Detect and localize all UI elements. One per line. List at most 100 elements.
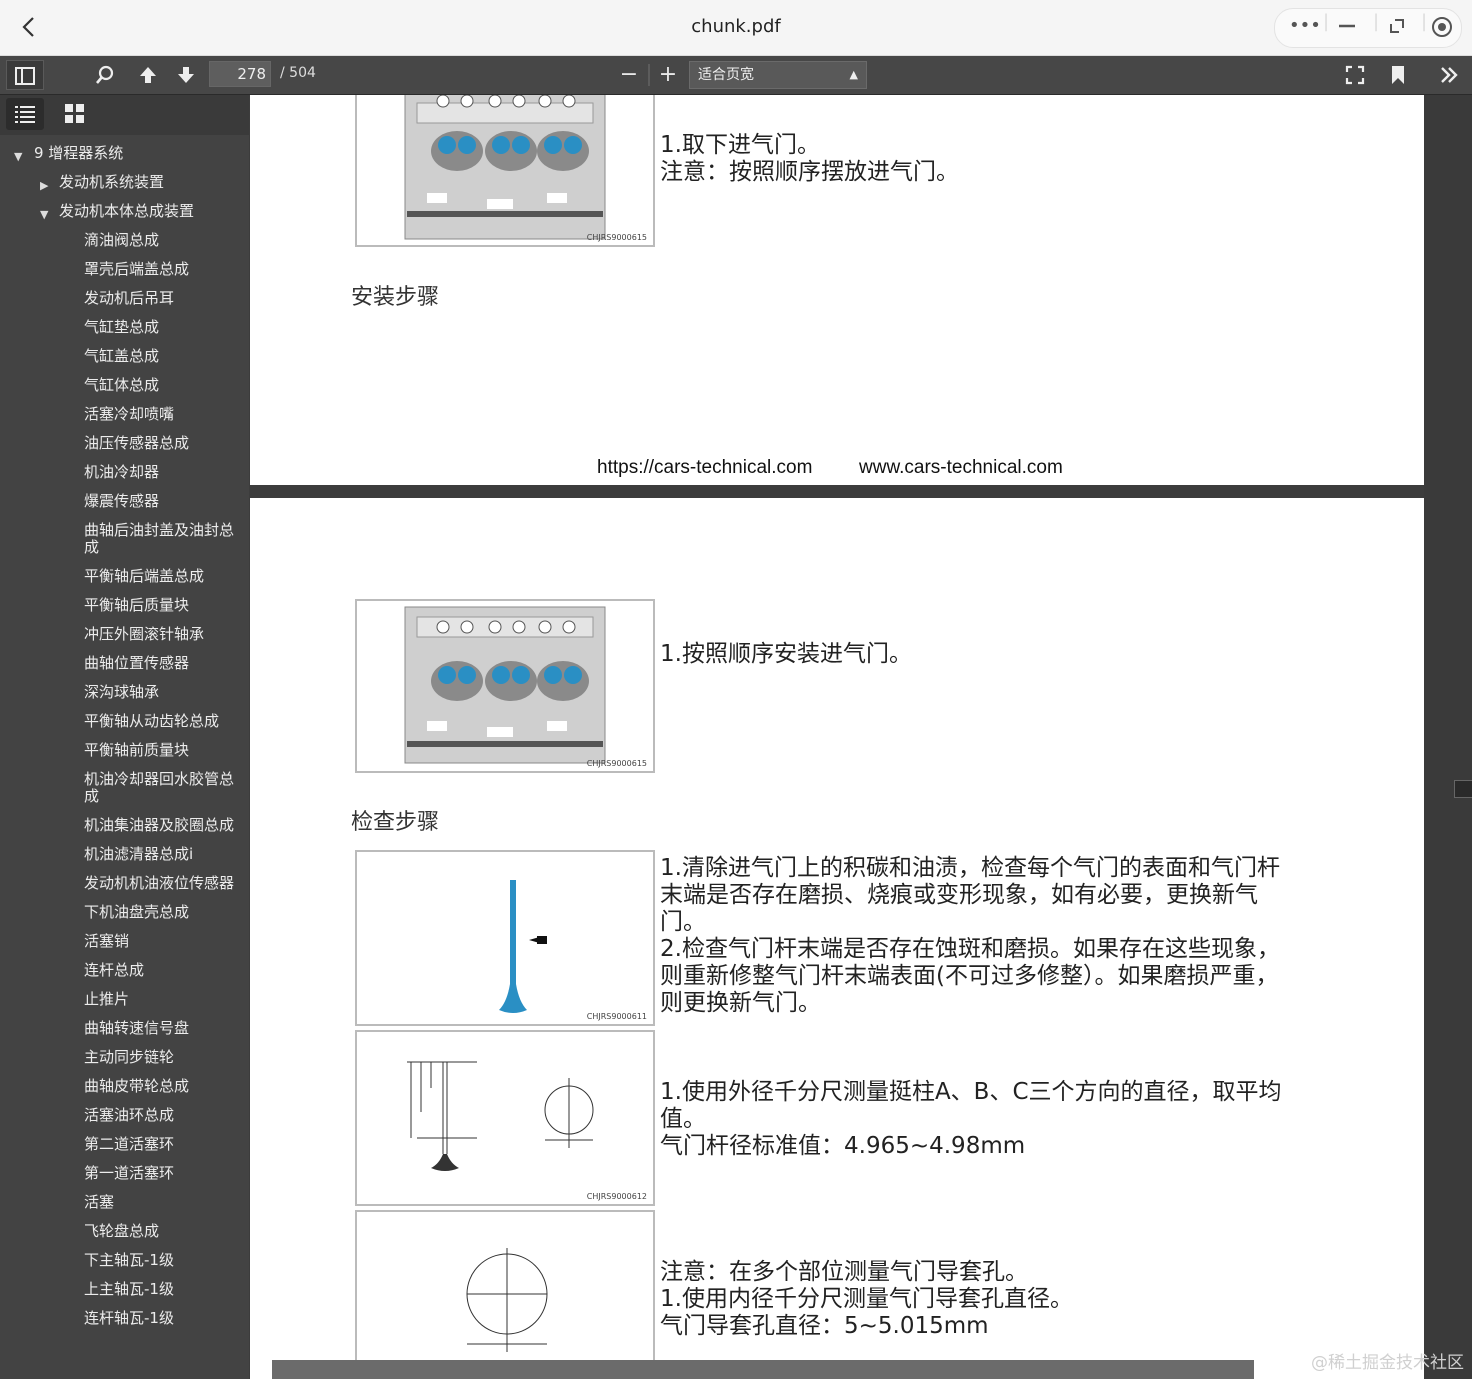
expanded-triangle-icon[interactable]: ▼ [40, 206, 48, 223]
outline-tree: ▼ 9 增程器系统 ▶ 发动机系统装置 ▼ 发动机本体总成装置 滴油阀总成 罩壳后端盖总成 发动… [0, 139, 249, 1333]
outline-item[interactable]: ▶ 发动机系统装置 [0, 168, 249, 197]
outline-item-label: 第二道活塞环 [84, 1135, 175, 1153]
outline-item[interactable]: 滴油阀总成 [0, 226, 249, 255]
search-icon[interactable] [92, 60, 118, 90]
sidebar-tabs [0, 95, 249, 135]
divider: | [1373, 11, 1380, 32]
minimize-icon[interactable] [1337, 16, 1357, 41]
outline-item[interactable]: ▼ 9 增程器系统 [0, 139, 249, 168]
outline-item[interactable]: 冲压外圈滚针轴承 [0, 620, 249, 649]
restore-icon[interactable] [1387, 16, 1407, 41]
outline-item[interactable]: 第一道活塞环 [0, 1159, 249, 1188]
zoom-out-icon[interactable]: − [616, 60, 642, 90]
next-page-icon[interactable] [174, 60, 198, 90]
outline-item-label: 滴油阀总成 [84, 231, 160, 249]
zoom-in-icon[interactable]: + [655, 60, 681, 90]
thumbnail-view-icon[interactable] [56, 98, 94, 130]
outline-item[interactable]: 气缸垫总成 [0, 313, 249, 342]
outline-item-label: 机油滤清器总成i [84, 845, 194, 863]
outline-item[interactable]: 曲轴转速信号盘 [0, 1014, 249, 1043]
expanded-triangle-icon[interactable]: ▼ [14, 148, 22, 165]
outline-item-label: 机油冷却器 [84, 463, 160, 481]
outline-item[interactable]: 爆震传感器 [0, 487, 249, 516]
outline-item[interactable]: 机油滤清器总成i [0, 840, 249, 869]
horizontal-scrollbar[interactable] [272, 1360, 1254, 1379]
outline-view-icon[interactable] [6, 98, 44, 130]
pdf-page: CHJRS9000615 1.按照顺序安装进气门。 检查步骤 CHJRS9000… [250, 498, 1424, 1379]
outline-item-label: 活塞销 [84, 932, 130, 950]
previous-page-icon[interactable] [136, 60, 160, 90]
outline-item[interactable]: 机油集油器及胶圈总成 [0, 811, 249, 840]
fullscreen-icon[interactable] [1342, 60, 1368, 90]
cylinder-head-figure: CHJRS9000615 [355, 95, 655, 247]
outline-item[interactable]: 上主轴瓦-1级 [0, 1275, 249, 1304]
sidebar: ▼ 9 增程器系统 ▶ 发动机系统装置 ▼ 发动机本体总成装置 滴油阀总成 罩壳后端盖总成 发动… [0, 95, 249, 1379]
outline-item-label: 飞轮盘总成 [84, 1222, 160, 1240]
page-total: / 504 [280, 65, 316, 81]
more-tools-icon[interactable] [1436, 60, 1462, 90]
outline-item-label: 平衡轴后质量块 [84, 596, 190, 614]
outline-item[interactable]: ▼ 发动机本体总成装置 [0, 197, 249, 226]
outline-item[interactable]: 连杆轴瓦-1级 [0, 1304, 249, 1333]
divider: | [1421, 11, 1428, 32]
page-number-input[interactable]: 278 [209, 61, 271, 87]
outline-item[interactable]: 下主轴瓦-1级 [0, 1246, 249, 1275]
collapsed-triangle-icon[interactable]: ▶ [40, 177, 48, 194]
outline-item[interactable]: 深沟球轴承 [0, 678, 249, 707]
divider: | [1323, 11, 1330, 32]
outline-item[interactable]: 曲轴位置传感器 [0, 649, 249, 678]
outline-item[interactable]: 平衡轴后端盖总成 [0, 562, 249, 591]
outline-item-label: 平衡轴后端盖总成 [84, 567, 205, 585]
outline-item[interactable]: 飞轮盘总成 [0, 1217, 249, 1246]
outline-item[interactable]: 活塞销 [0, 927, 249, 956]
title-bar: chunk.pdf ••• | | | [0, 0, 1472, 56]
outline-item[interactable]: 气缸体总成 [0, 371, 249, 400]
outline-item[interactable]: 平衡轴后质量块 [0, 591, 249, 620]
outline-item[interactable]: 气缸盖总成 [0, 342, 249, 371]
outline-item-label: 发动机机油液位传感器 [84, 874, 235, 892]
outline-item-label: 活塞油环总成 [84, 1106, 175, 1124]
outline-item[interactable]: 曲轴后油封盖及油封总成 [0, 516, 249, 562]
outline-item[interactable]: 发动机后吊耳 [0, 284, 249, 313]
outline-item-label: 曲轴转速信号盘 [84, 1019, 190, 1037]
outline-item[interactable]: 主动同步链轮 [0, 1043, 249, 1072]
outline-item[interactable]: 机油冷却器回水胶管总成 [0, 765, 249, 811]
vertical-scrollbar[interactable] [1424, 95, 1472, 1379]
outline-item-label: 9 增程器系统 [34, 144, 124, 162]
outline-item[interactable]: 油压传感器总成 [0, 429, 249, 458]
figure-code: CHJRS9000611 [586, 1012, 647, 1021]
window-controls: ••• | | | [1274, 8, 1462, 48]
outline-item-label: 深沟球轴承 [84, 683, 160, 701]
outline-item-label: 油压传感器总成 [84, 434, 190, 452]
bookmark-icon[interactable] [1386, 60, 1410, 90]
outline-item[interactable]: 活塞冷却喷嘴 [0, 400, 249, 429]
document-viewer[interactable]: CHJRS9000615 1.取下进气门。 注意：按照顺序摆放进气门。 安装步骤… [249, 95, 1472, 1379]
outline-item[interactable]: 连杆总成 [0, 956, 249, 985]
install-step-text: 1.按照顺序安装进气门。 [660, 641, 912, 667]
outline-item-label: 下主轴瓦-1级 [84, 1251, 174, 1269]
outline-item[interactable]: 曲轴皮带轮总成 [0, 1072, 249, 1101]
more-icon[interactable]: ••• [1289, 15, 1321, 36]
sidebar-toggle-icon[interactable] [6, 60, 44, 90]
outline-item[interactable]: 罩壳后端盖总成 [0, 255, 249, 284]
outline-item[interactable]: 活塞油环总成 [0, 1101, 249, 1130]
outline-item-label: 第一道活塞环 [84, 1164, 175, 1182]
outline-item[interactable]: 平衡轴从动齿轮总成 [0, 707, 249, 736]
outline-item[interactable]: 发动机机油液位传感器 [0, 869, 249, 898]
outline-item[interactable]: 止推片 [0, 985, 249, 1014]
outline-item[interactable]: 平衡轴前质量块 [0, 736, 249, 765]
zoom-select[interactable]: 适合页宽 ▲▼ [689, 61, 867, 107]
outline-item-label: 曲轴后油封盖及油封总成 [84, 521, 235, 556]
outline-item[interactable]: 下机油盘壳总成 [0, 898, 249, 927]
outline-item[interactable]: 第二道活塞环 [0, 1130, 249, 1159]
outline-item[interactable]: 活塞 [0, 1188, 249, 1217]
close-icon[interactable] [1431, 16, 1453, 43]
guide-step-text: 注意：在多个部位测量气门导套孔。 1.使用内径千分尺测量气门导套孔直径。 气门导… [660, 1259, 1073, 1339]
footer-url: https://cars-technical.com [597, 457, 813, 478]
window-title: chunk.pdf [691, 16, 781, 37]
scrollbar-thumb[interactable] [1454, 780, 1472, 798]
outline-item-label: 止推片 [84, 990, 130, 1008]
outline-item-label: 气缸盖总成 [84, 347, 160, 365]
check-step-text: 1.清除进气门上的积碳和油渍，检查每个气门的表面和气门杆 末端是否存在磨损、烧痕… [660, 855, 1280, 1016]
outline-item[interactable]: 机油冷却器 [0, 458, 249, 487]
